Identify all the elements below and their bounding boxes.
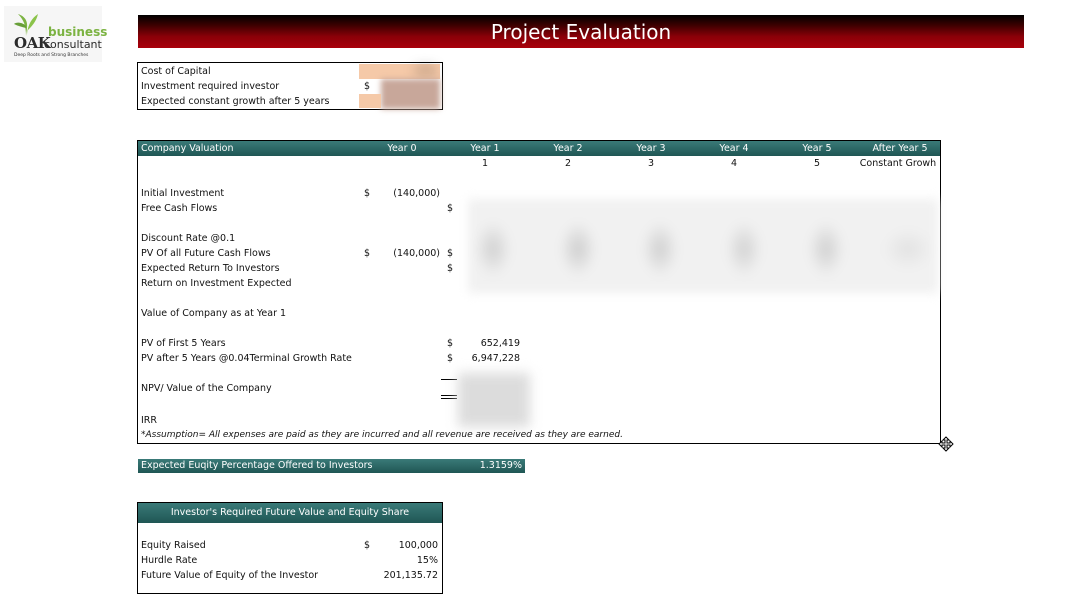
expected-return-label: Expected Return To Investors	[141, 263, 280, 274]
equity-percentage-row: Expected Euqity Percentage Offered to In…	[138, 459, 525, 473]
param-label-expected-growth: Expected constant growth after 5 years	[141, 96, 330, 107]
pv-future-label: PV Of all Future Cash Flows	[141, 248, 271, 259]
valuation-header-row: Company Valuation Year 0 Year 1 Year 2 Y…	[138, 141, 940, 156]
subheader-4: 4	[730, 158, 738, 169]
logo-consultant-text: consultant	[44, 38, 102, 51]
discount-rate-label: Discount Rate @0.1	[141, 233, 236, 244]
subheader-3: 3	[647, 158, 655, 169]
pv-first5-label: PV of First 5 Years	[141, 338, 226, 349]
move-cursor-icon	[938, 436, 954, 452]
cost-of-capital-input[interactable]: 10%	[359, 64, 440, 79]
expected-growth-input[interactable]	[359, 94, 381, 108]
investor-box-title: Investor's Required Future Value and Equ…	[138, 503, 442, 523]
npv-double-underline-1	[441, 395, 457, 396]
col-year-1: Year 1	[470, 143, 500, 154]
pv-future-currency: $	[364, 248, 371, 259]
pv-after5-currency: $	[447, 353, 454, 364]
blurred-cashflow-values	[468, 199, 938, 293]
pv-first5-value: 652,419	[480, 338, 520, 349]
pv-after5-value: 6,947,228	[471, 353, 520, 364]
value-year1-label: Value of Company as at Year 1	[141, 308, 287, 319]
free-cash-flows-label: Free Cash Flows	[141, 203, 218, 214]
subheader-5: 5	[813, 158, 821, 169]
company-valuation-table: Company Valuation Year 0 Year 1 Year 2 Y…	[137, 140, 941, 444]
hurdle-rate-value: 15%	[416, 555, 438, 566]
col-year-4: Year 4	[719, 143, 749, 154]
valuation-header-label: Company Valuation	[141, 143, 234, 154]
irr-label: IRR	[141, 415, 158, 426]
col-year-2: Year 2	[553, 143, 583, 154]
page-title: Project Evaluation	[138, 15, 1024, 48]
npv-top-border	[441, 379, 457, 380]
free-cash-flows-currency: $	[447, 203, 454, 214]
logo-business-text: business	[48, 25, 108, 39]
npv-double-underline-2	[441, 398, 457, 399]
pv-first5-currency: $	[447, 338, 454, 349]
parameters-box: Cost of Capital 10% Investment required …	[137, 62, 443, 110]
future-value-value: 201,135.72	[383, 570, 438, 581]
col-year-3: Year 3	[636, 143, 666, 154]
expected-return-currency: $	[447, 263, 454, 274]
investor-required-box: Investor's Required Future Value and Equ…	[137, 502, 443, 594]
hurdle-rate-label: Hurdle Rate	[141, 555, 198, 566]
equity-raised-currency: $	[364, 540, 371, 551]
col-year-0: Year 0	[387, 143, 417, 154]
initial-investment-label: Initial Investment	[141, 188, 225, 199]
cost-of-capital-value: 10%	[414, 66, 436, 77]
company-logo: OAK business consultant Deep Roots and S…	[4, 6, 107, 62]
equity-percentage-value: 1.3159%	[479, 460, 522, 471]
initial-investment-currency: $	[364, 188, 371, 199]
subheader-constant-growth: Constant Growh	[859, 158, 937, 169]
subheader-1: 1	[481, 158, 489, 169]
roi-label: Return on Investment Expected	[141, 278, 292, 289]
equity-percentage-label: Expected Euqity Percentage Offered to In…	[141, 460, 373, 471]
equity-raised-value: 100,000	[398, 540, 438, 551]
pv-after5-label: PV after 5 Years @0.04Terminal Growth Ra…	[141, 353, 352, 364]
param-label-investment-required: Investment required investor	[141, 81, 280, 92]
initial-investment-value: (140,000)	[393, 188, 440, 199]
logo-tagline: Deep Roots and Strong Branches	[14, 53, 89, 58]
valuation-subheader-row: 1 2 3 4 5 Constant Growh	[138, 156, 940, 171]
col-year-5: Year 5	[802, 143, 832, 154]
col-after-year-5: After Year 5	[872, 143, 928, 154]
investment-required-input[interactable]	[381, 79, 440, 109]
pv-future-currency-2: $	[447, 248, 454, 259]
param-label-cost-of-capital: Cost of Capital	[141, 66, 211, 77]
equity-raised-label: Equity Raised	[141, 540, 206, 551]
assumption-note: *Assumption= All expenses are paid as th…	[141, 430, 623, 440]
param-currency: $	[364, 81, 371, 92]
npv-label: NPV/ Value of the Company	[141, 383, 272, 394]
future-value-label: Future Value of Equity of the Investor	[141, 570, 319, 581]
npv-blurred-value	[458, 373, 530, 427]
pv-future-value: (140,000)	[393, 248, 440, 259]
subheader-2: 2	[564, 158, 572, 169]
